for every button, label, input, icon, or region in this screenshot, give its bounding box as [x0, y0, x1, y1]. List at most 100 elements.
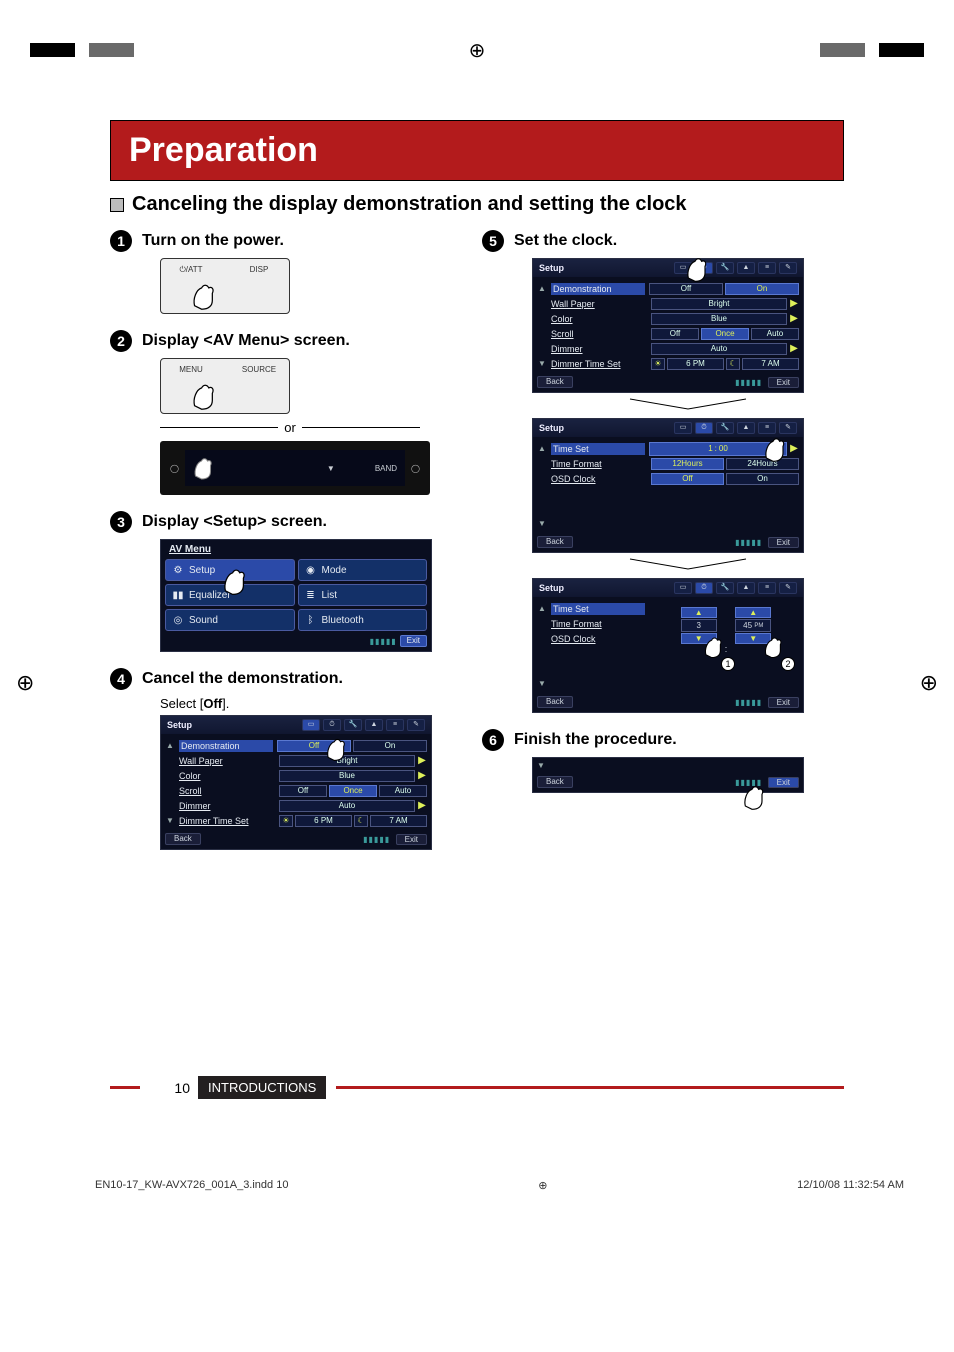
value-6pm[interactable]: 6 PM — [667, 358, 724, 370]
step-1: 1 Turn on the power. ⏻/ATT DISP — [110, 230, 472, 314]
value-off[interactable]: Off — [279, 785, 327, 797]
signal-icon: ▮▮▮▮▮ — [735, 378, 762, 387]
tab-icon[interactable]: ≡ — [758, 582, 776, 594]
step-3: 3 Display <Setup> screen. AV Menu ⚙ Setu… — [110, 511, 472, 652]
exit-button[interactable]: Exit — [768, 537, 799, 548]
arrow-right-icon[interactable]: ▶ — [417, 800, 427, 812]
spinner-up-button[interactable]: ▲ — [735, 607, 771, 618]
tab-icon[interactable]: ≡ — [758, 262, 776, 274]
colon: : — [715, 444, 717, 453]
scroll-up-icon[interactable]: ▲ — [537, 444, 547, 454]
tab-icon[interactable]: ▲ — [365, 719, 383, 731]
row-dimmer-time-set[interactable]: Dimmer Time Set — [551, 359, 647, 369]
arrow-right-icon[interactable]: ▶ — [789, 313, 799, 325]
value-12h[interactable]: 12Hours — [651, 458, 724, 470]
callout-1: 1 — [721, 657, 735, 671]
value-auto[interactable]: Auto — [279, 800, 415, 812]
scroll-up-icon[interactable]: ▲ — [537, 604, 547, 614]
tab-icon[interactable]: 🔧 — [716, 582, 734, 594]
value-auto[interactable]: Auto — [379, 785, 427, 797]
value-bright[interactable]: Bright — [651, 298, 787, 310]
row-dimmer-time-set[interactable]: Dimmer Time Set — [179, 816, 275, 826]
subheading-text: Canceling the display demonstration and … — [132, 193, 687, 216]
value-auto[interactable]: Auto — [751, 328, 799, 340]
value-on[interactable]: On — [353, 740, 427, 752]
back-button[interactable]: Back — [537, 536, 573, 548]
step-number-badge: 2 — [110, 330, 132, 352]
value-blue[interactable]: Blue — [279, 770, 415, 782]
row-wallpaper[interactable]: Wall Paper — [179, 756, 275, 766]
value-6pm[interactable]: 6 PM — [295, 815, 352, 827]
arrow-right-icon[interactable]: ▶ — [789, 298, 799, 310]
arrow-right-icon[interactable]: ▶ — [789, 343, 799, 355]
value-7am[interactable]: 7 AM — [742, 358, 799, 370]
step-number-badge: 5 — [482, 230, 504, 252]
row-wallpaper[interactable]: Wall Paper — [551, 299, 647, 309]
av-menu-bluetooth[interactable]: ᛒ Bluetooth — [298, 609, 428, 631]
row-time-set[interactable]: Time Set — [551, 603, 645, 615]
back-button[interactable]: Back — [537, 376, 573, 388]
spinner-up-button[interactable]: ▲ — [681, 607, 717, 618]
scroll-down-icon[interactable]: ▼ — [537, 359, 547, 369]
row-scroll[interactable]: Scroll — [179, 786, 275, 796]
tab-icon[interactable]: ▭ — [674, 422, 692, 434]
flow-arrow-down-icon — [532, 557, 844, 574]
row-color[interactable]: Color — [179, 771, 275, 781]
scroll-down-icon[interactable]: ▼ — [537, 761, 545, 770]
av-menu-mode[interactable]: ◉ Mode — [298, 559, 428, 581]
finger-press-icon — [761, 433, 795, 463]
value-off[interactable]: Off — [651, 473, 724, 485]
row-osd-clock[interactable]: OSD Clock — [551, 474, 647, 484]
row-color[interactable]: Color — [551, 314, 647, 324]
value-once[interactable]: Once — [701, 328, 749, 340]
av-menu-sound[interactable]: ◎ Sound — [165, 609, 295, 631]
scroll-down-icon[interactable]: ▼ — [165, 816, 175, 826]
row-scroll[interactable]: Scroll — [551, 329, 647, 339]
arrow-right-icon[interactable]: ▶ — [417, 755, 427, 767]
back-button[interactable]: Back — [537, 696, 573, 708]
tab-icon[interactable]: ▭ — [302, 719, 320, 731]
row-demonstration[interactable]: Demonstration — [551, 283, 645, 295]
value-once[interactable]: Once — [329, 785, 377, 797]
value-on[interactable]: On — [726, 473, 799, 485]
section-title-bar: Preparation — [110, 120, 844, 181]
av-menu-list[interactable]: ≣ List — [298, 584, 428, 606]
exit-button[interactable]: Exit — [768, 697, 799, 708]
scroll-up-icon[interactable]: ▲ — [537, 284, 547, 294]
value-off[interactable]: Off — [651, 328, 699, 340]
value-blue[interactable]: Blue — [651, 313, 787, 325]
tab-clock-icon[interactable]: ⏱ — [695, 582, 713, 594]
tab-icon[interactable]: 🔧 — [344, 719, 362, 731]
value-auto[interactable]: Auto — [651, 343, 787, 355]
row-demonstration[interactable]: Demonstration — [179, 740, 273, 752]
tab-icon[interactable]: 🔧 — [716, 262, 734, 274]
tab-icon[interactable]: ▲ — [737, 422, 755, 434]
scroll-down-icon[interactable]: ▼ — [537, 519, 547, 529]
row-dimmer[interactable]: Dimmer — [551, 344, 647, 354]
exit-button[interactable]: Exit — [768, 377, 799, 388]
scroll-up-icon[interactable]: ▲ — [165, 741, 175, 751]
tab-icon[interactable]: ≡ — [386, 719, 404, 731]
row-time-set[interactable]: Time Set — [551, 443, 645, 455]
exit-button[interactable]: Exit — [400, 635, 427, 647]
row-dimmer[interactable]: Dimmer — [179, 801, 275, 811]
back-button[interactable]: Back — [537, 776, 573, 788]
tab-icon[interactable]: ▲ — [737, 582, 755, 594]
scroll-down-icon[interactable]: ▼ — [537, 679, 547, 689]
tab-icon[interactable]: ▭ — [674, 582, 692, 594]
value-7am[interactable]: 7 AM — [370, 815, 427, 827]
tab-icon[interactable]: ⏱ — [323, 719, 341, 731]
arrow-right-icon[interactable]: ▶ — [417, 770, 427, 782]
back-button[interactable]: Back — [165, 833, 201, 845]
tab-clock-icon[interactable]: ⏱ — [695, 422, 713, 434]
value-on[interactable]: On — [725, 283, 799, 295]
row-osd-clock[interactable]: OSD Clock — [551, 634, 647, 644]
row-time-format[interactable]: Time Format — [551, 459, 647, 469]
tab-icon[interactable]: ✎ — [407, 719, 425, 731]
tab-icon[interactable]: ▲ — [737, 262, 755, 274]
tab-icon[interactable]: ✎ — [779, 582, 797, 594]
exit-button[interactable]: Exit — [396, 834, 427, 845]
row-time-format[interactable]: Time Format — [551, 619, 647, 629]
tab-icon[interactable]: 🔧 — [716, 422, 734, 434]
tab-icon[interactable]: ✎ — [779, 262, 797, 274]
